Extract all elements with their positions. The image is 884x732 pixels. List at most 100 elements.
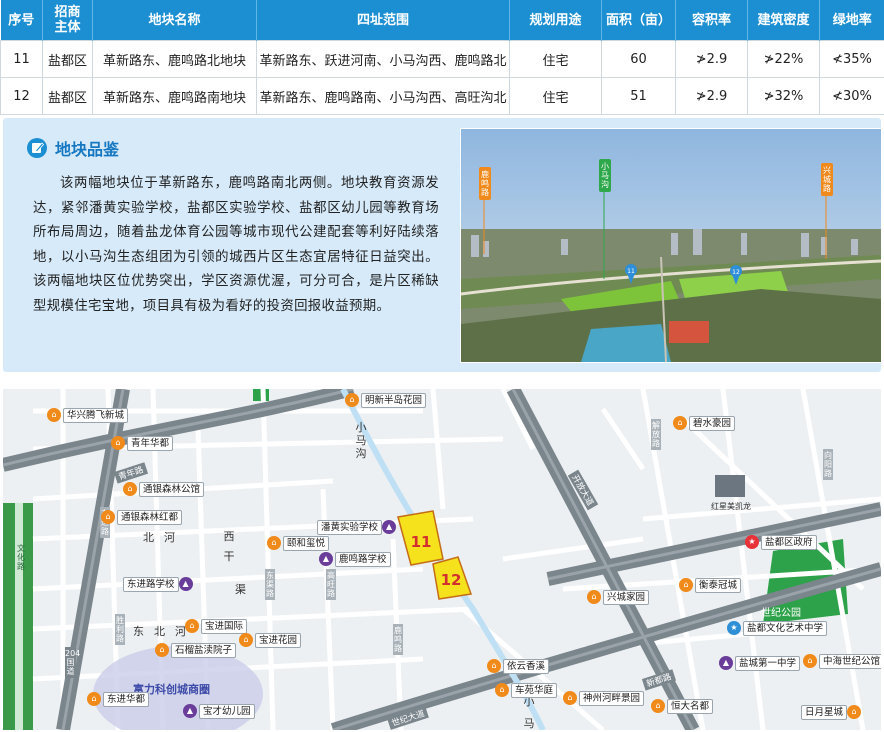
- table-row: 11 盐都区 革新路东、鹿鸣路北地块 革新路东、跃进河南、小马沟西、鹿鸣路北 住…: [0, 40, 884, 78]
- poi-qingnian[interactable]: ⌂ 青年华都: [111, 435, 174, 451]
- col-header-green-ratio: 绿地率: [819, 0, 884, 41]
- home-icon: ⌂: [345, 393, 359, 407]
- road-label-xigan: 西干: [223, 530, 235, 563]
- cell-parcel-name: 革新路东、鹿鸣路北地块: [92, 40, 257, 78]
- table-header-row: 序号 招商主体 地块名称 四址范围 规划用途 面积（亩） 容积率 建筑密度 绿地…: [0, 0, 884, 41]
- graduation-cap-icon: ▲: [183, 704, 197, 718]
- cell-parcel-name: 革新路东、鹿鸣路南地块: [92, 77, 257, 115]
- map-parcel-12: 12: [441, 571, 462, 589]
- poi-luming-school[interactable]: ▲ 鹿鸣路学校: [319, 551, 391, 567]
- poi-hengtai[interactable]: ⌂ 衡泰冠城: [679, 577, 742, 593]
- home-icon: ⌂: [679, 578, 693, 592]
- poi-baojin-guoji[interactable]: ⌂ 宝进国际: [185, 618, 248, 634]
- poi-shenzhou[interactable]: ⌂ 神州河畔景园: [563, 690, 645, 706]
- parcel-overview-card: 地块品鉴 该两幅地块位于革新路东，鹿鸣路南北两侧。地块教育资源发达，紧邻潘黄实验…: [3, 118, 882, 372]
- cell-usage: 住宅: [509, 40, 602, 78]
- col-header-usage: 规划用途: [509, 0, 602, 41]
- cell-far: ≯2.9: [675, 77, 748, 115]
- land-parcel-table: 序号 招商主体 地块名称 四址范围 规划用途 面积（亩） 容积率 建筑密度 绿地…: [0, 0, 884, 115]
- road-label-204: 204国道: [65, 647, 81, 678]
- home-icon: ⌂: [495, 683, 509, 697]
- road-label-luming: 鹿鸣路: [393, 624, 403, 655]
- home-icon: ⌂: [101, 510, 115, 524]
- poi-tongyin-gongguan[interactable]: ⌂ 通银森林公馆: [123, 481, 205, 497]
- poi-panhuang[interactable]: 潘黄实验学校 ▲: [315, 519, 397, 535]
- overview-title: 地块品鉴: [55, 140, 120, 159]
- aerial-river-tag: 小马沟: [599, 159, 611, 192]
- col-header-area: 面积（亩）: [601, 0, 676, 41]
- poi-baojin-kindergarten[interactable]: ▲ 宝才幼儿园: [183, 703, 255, 719]
- poi-yancheng-no1[interactable]: ▲ 盐城第一中学: [719, 655, 801, 671]
- col-header-boundary: 四址范围: [256, 0, 510, 41]
- aerial-road-tag: 鹿鸣路: [479, 167, 491, 200]
- home-icon: ⌂: [563, 691, 577, 705]
- home-icon: ⌂: [267, 536, 281, 550]
- overview-heading: 地块品鉴: [27, 136, 119, 160]
- home-icon: ⌂: [87, 692, 101, 706]
- note-edit-icon: [27, 138, 47, 158]
- col-header-far: 容积率: [675, 0, 748, 41]
- overview-description: 该两幅地块位于革新路东，鹿鸣路南北两侧。地块教育资源发达，紧邻潘黄实验学校，盐都…: [33, 176, 439, 314]
- home-icon: ⌂: [847, 705, 862, 719]
- cell-green-ratio: ≮30%: [819, 77, 884, 115]
- poi-mingxin[interactable]: ⌂ 明新半岛花园: [345, 392, 427, 408]
- cell-density: ≯32%: [747, 77, 820, 115]
- cell-far: ≯2.9: [675, 40, 748, 78]
- cell-density: ≯22%: [747, 40, 820, 78]
- poi-riyue[interactable]: 日月星城 ⌂: [799, 704, 862, 720]
- road-label-gaowang: 高旺路: [326, 569, 336, 600]
- poi-bishui[interactable]: ⌂ 碧水豪园: [673, 415, 736, 431]
- cell-usage: 住宅: [509, 77, 602, 115]
- home-icon: ⌂: [185, 619, 199, 633]
- home-icon: ⌂: [239, 633, 253, 647]
- cell-index: 12: [0, 77, 43, 115]
- aerial-parcel-12: 12: [732, 269, 740, 276]
- mall-building-icon: [715, 475, 745, 497]
- poi-yihe[interactable]: ⌂ 颐和玺悦: [267, 535, 330, 551]
- poi-hongxing-label: 红星美凯龙: [711, 502, 751, 511]
- cell-green-ratio: ≮35%: [819, 40, 884, 78]
- home-icon: ⌂: [155, 643, 169, 657]
- poi-yandu-gov[interactable]: ★ 盐都区政府: [745, 534, 817, 550]
- road-label-wenhua: 文化路: [17, 544, 25, 571]
- star-icon: ★: [727, 621, 741, 635]
- road-label-shengli: 胜利路: [115, 614, 125, 645]
- cell-area: 51: [601, 77, 676, 115]
- park-label: 世纪公园: [761, 608, 801, 619]
- poi-hengda[interactable]: ⌂ 恒大名都: [651, 698, 714, 714]
- poi-yiyun[interactable]: ⌂ 依云香溪: [487, 658, 550, 674]
- table-row: 12 盐都区 革新路东、鹿鸣路南地块 革新路东、鹿鸣路南、小马沟西、高旺沟北 住…: [0, 77, 884, 115]
- poi-xingcheng[interactable]: ⌂ 兴城家园: [587, 589, 650, 605]
- aerial-road-tag: 兴城路: [821, 163, 833, 196]
- poi-dongjin-huadu[interactable]: ⌂ 东进华都: [87, 691, 150, 707]
- district-map[interactable]: 11 12 小马沟 北河 西干 渠 东北河 小马 204国道 文化路 世纪大道 …: [3, 389, 881, 730]
- cell-boundary: 革新路东、鹿鸣路南、小马沟西、高旺沟北: [256, 77, 510, 115]
- cell-investor: 盐都区: [42, 77, 93, 115]
- home-icon: ⌂: [651, 699, 665, 713]
- cell-boundary: 革新路东、跃进河南、小马沟西、鹿鸣路北: [256, 40, 510, 78]
- road-label-jiefang: 解放路: [651, 419, 661, 450]
- star-icon: ★: [745, 535, 759, 549]
- poi-dongjin-school[interactable]: 东进路学校 ▲: [121, 576, 193, 592]
- poi-tongyin-hongdu[interactable]: ⌂ 通银森林红都: [101, 509, 183, 525]
- poi-huaxing[interactable]: ⌂ 华兴腾飞新城: [47, 407, 129, 423]
- graduation-cap-icon: ▲: [382, 520, 397, 534]
- poi-wenhua-school[interactable]: ★ 盐都文化艺术中学: [727, 620, 828, 636]
- poi-baojin-huayuan[interactable]: ⌂ 宝进花园: [239, 632, 302, 648]
- road-label-beihe: 北河: [143, 531, 185, 544]
- col-header-investor: 招商主体: [42, 0, 93, 41]
- home-icon: ⌂: [123, 482, 137, 496]
- aerial-photo: 11 12 鹿鸣路 小马沟 兴城路: [460, 128, 882, 363]
- poi-shiliu[interactable]: ⌂ 石榴盐渎院子: [155, 642, 237, 658]
- graduation-cap-icon: ▲: [178, 577, 193, 591]
- road-label-xiangyang: 向阳路: [823, 449, 833, 480]
- poi-zhonghai[interactable]: ⌂ 中海世纪公馆: [803, 653, 881, 669]
- home-icon: ⌂: [111, 436, 125, 450]
- col-header-index: 序号: [0, 0, 43, 41]
- road-label-qu: 渠: [235, 583, 246, 596]
- poi-cheyuan[interactable]: ⌂ 车苑华庭: [495, 682, 558, 698]
- col-header-density: 建筑密度: [747, 0, 820, 41]
- home-icon: ⌂: [673, 416, 687, 430]
- graduation-cap-icon: ▲: [719, 656, 733, 670]
- road-label-dongqu: 东渠路: [265, 569, 275, 600]
